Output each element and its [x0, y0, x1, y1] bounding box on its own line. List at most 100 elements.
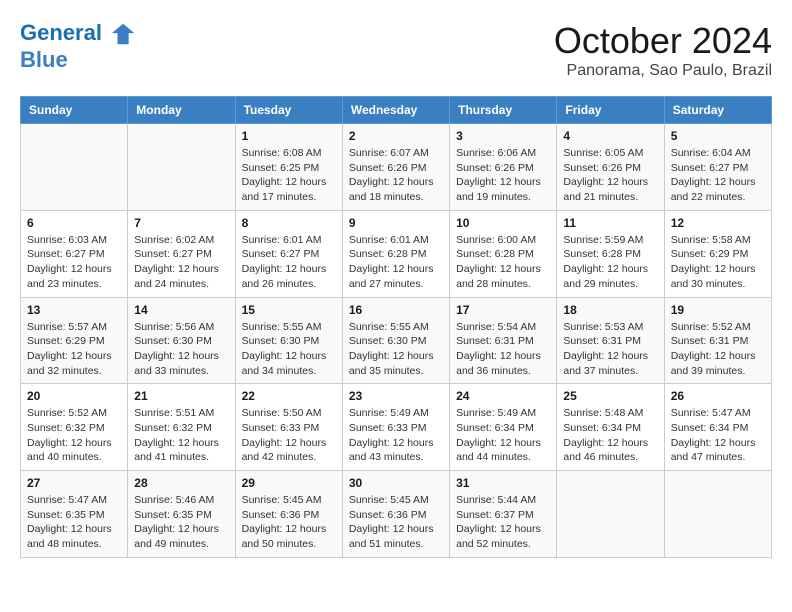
day-info: Sunrise: 6:06 AMSunset: 6:26 PMDaylight:…	[456, 146, 550, 205]
calendar-cell: 21Sunrise: 5:51 AMSunset: 6:32 PMDayligh…	[128, 384, 235, 471]
day-info: Sunrise: 5:47 AMSunset: 6:35 PMDaylight:…	[27, 493, 121, 552]
calendar-cell: 16 Sunrise: 5:55 AMSunset: 6:30 PMDayligh…	[342, 297, 449, 384]
day-number: 8	[242, 216, 336, 230]
day-info: Sunrise: 5:50 AMSunset: 6:33 PMDaylight:…	[242, 406, 336, 465]
calendar-cell: 27 Sunrise: 5:47 AMSunset: 6:35 PMDayligh…	[21, 471, 128, 558]
logo-text: General Blue	[20, 20, 138, 72]
day-number: 29	[242, 476, 336, 490]
day-number: 28	[134, 476, 228, 490]
weekday-header-thursday: Thursday	[450, 97, 557, 124]
day-info: Sunrise: 6:00 AMSunset: 6:28 PMDaylight:…	[456, 233, 550, 292]
day-info: Sunrise: 5:52 AMSunset: 6:31 PMDaylight:…	[671, 320, 765, 379]
calendar-cell: 25Sunrise: 5:48 AMSunset: 6:34 PMDayligh…	[557, 384, 664, 471]
title-block: October 2024 Panorama, Sao Paulo, Brazil	[554, 20, 772, 80]
day-info: Sunrise: 5:55 AMSunset: 6:30 PMDaylight:…	[242, 320, 336, 379]
day-info: Sunrise: 6:04 AMSunset: 6:27 PMDaylight:…	[671, 146, 765, 205]
day-number: 5	[671, 129, 765, 143]
calendar-cell: 31 Sunrise: 5:44 AMSunset: 6:37 PMDayligh…	[450, 471, 557, 558]
calendar-cell	[664, 471, 771, 558]
day-info: Sunrise: 5:59 AMSunset: 6:28 PMDaylight:…	[563, 233, 657, 292]
day-number: 12	[671, 216, 765, 230]
calendar-cell: 7Sunrise: 6:02 AMSunset: 6:27 PMDaylight…	[128, 210, 235, 297]
day-info: Sunrise: 6:07 AMSunset: 6:26 PMDaylight:…	[349, 146, 443, 205]
day-info: Sunrise: 5:56 AMSunset: 6:30 PMDaylight:…	[134, 320, 228, 379]
weekday-header-tuesday: Tuesday	[235, 97, 342, 124]
day-number: 18	[563, 303, 657, 317]
calendar-cell: 14Sunrise: 5:56 AMSunset: 6:30 PMDayligh…	[128, 297, 235, 384]
day-number: 2	[349, 129, 443, 143]
weekday-header-saturday: Saturday	[664, 97, 771, 124]
day-number: 13	[27, 303, 121, 317]
calendar-cell: 30 Sunrise: 5:45 AMSunset: 6:36 PMDayligh…	[342, 471, 449, 558]
day-number: 26	[671, 389, 765, 403]
day-info: Sunrise: 6:05 AMSunset: 6:26 PMDaylight:…	[563, 146, 657, 205]
day-number: 25	[563, 389, 657, 403]
day-number: 22	[242, 389, 336, 403]
day-info: Sunrise: 5:45 AMSunset: 6:36 PMDaylight:…	[349, 493, 443, 552]
calendar-cell: 11Sunrise: 5:59 AMSunset: 6:28 PMDayligh…	[557, 210, 664, 297]
calendar-cell: 24Sunrise: 5:49 AMSunset: 6:34 PMDayligh…	[450, 384, 557, 471]
day-number: 24	[456, 389, 550, 403]
day-info: Sunrise: 5:52 AMSunset: 6:32 PMDaylight:…	[27, 406, 121, 465]
day-info: Sunrise: 5:46 AMSunset: 6:35 PMDaylight:…	[134, 493, 228, 552]
calendar-cell: 15 Sunrise: 5:55 AMSunset: 6:30 PMDayligh…	[235, 297, 342, 384]
page-header: General Blue October 2024 Panorama, Sao …	[20, 20, 772, 80]
logo-icon	[110, 20, 138, 48]
weekday-header-sunday: Sunday	[21, 97, 128, 124]
day-number: 30	[349, 476, 443, 490]
location-title: Panorama, Sao Paulo, Brazil	[554, 62, 772, 80]
calendar-cell: 18 Sunrise: 5:53 AMSunset: 6:31 PMDayligh…	[557, 297, 664, 384]
day-number: 9	[349, 216, 443, 230]
day-info: Sunrise: 6:01 AMSunset: 6:28 PMDaylight:…	[349, 233, 443, 292]
calendar-cell: 13 Sunrise: 5:57 AMSunset: 6:29 PMDayligh…	[21, 297, 128, 384]
calendar-cell: 1 Sunrise: 6:08 AMSunset: 6:25 PMDaylight…	[235, 124, 342, 211]
day-info: Sunrise: 5:57 AMSunset: 6:29 PMDaylight:…	[27, 320, 121, 379]
calendar-header-row: SundayMondayTuesdayWednesdayThursdayFrid…	[21, 97, 772, 124]
day-info: Sunrise: 5:49 AMSunset: 6:33 PMDaylight:…	[349, 406, 443, 465]
day-number: 20	[27, 389, 121, 403]
calendar-cell	[21, 124, 128, 211]
calendar-cell: 8 Sunrise: 6:01 AMSunset: 6:27 PMDaylight…	[235, 210, 342, 297]
day-info: Sunrise: 5:58 AMSunset: 6:29 PMDaylight:…	[671, 233, 765, 292]
calendar-cell: 19 Sunrise: 5:52 AMSunset: 6:31 PMDayligh…	[664, 297, 771, 384]
weekday-header-friday: Friday	[557, 97, 664, 124]
calendar-cell: 26 Sunrise: 5:47 AMSunset: 6:34 PMDayligh…	[664, 384, 771, 471]
day-number: 15	[242, 303, 336, 317]
day-number: 10	[456, 216, 550, 230]
day-number: 1	[242, 129, 336, 143]
calendar-cell: 5 Sunrise: 6:04 AMSunset: 6:27 PMDaylight…	[664, 124, 771, 211]
calendar-cell: 6 Sunrise: 6:03 AMSunset: 6:27 PMDaylight…	[21, 210, 128, 297]
day-number: 27	[27, 476, 121, 490]
day-info: Sunrise: 6:08 AMSunset: 6:25 PMDaylight:…	[242, 146, 336, 205]
calendar-cell: 12 Sunrise: 5:58 AMSunset: 6:29 PMDayligh…	[664, 210, 771, 297]
day-number: 23	[349, 389, 443, 403]
calendar-cell: 9 Sunrise: 6:01 AMSunset: 6:28 PMDaylight…	[342, 210, 449, 297]
day-info: Sunrise: 6:01 AMSunset: 6:27 PMDaylight:…	[242, 233, 336, 292]
calendar-week-2: 6 Sunrise: 6:03 AMSunset: 6:27 PMDaylight…	[21, 210, 772, 297]
day-info: Sunrise: 5:47 AMSunset: 6:34 PMDaylight:…	[671, 406, 765, 465]
calendar-cell: 29Sunrise: 5:45 AMSunset: 6:36 PMDayligh…	[235, 471, 342, 558]
day-number: 6	[27, 216, 121, 230]
day-info: Sunrise: 5:53 AMSunset: 6:31 PMDaylight:…	[563, 320, 657, 379]
calendar-cell: 22 Sunrise: 5:50 AMSunset: 6:33 PMDayligh…	[235, 384, 342, 471]
weekday-header-wednesday: Wednesday	[342, 97, 449, 124]
day-number: 16	[349, 303, 443, 317]
day-info: Sunrise: 5:51 AMSunset: 6:32 PMDaylight:…	[134, 406, 228, 465]
calendar-cell: 3Sunrise: 6:06 AMSunset: 6:26 PMDaylight…	[450, 124, 557, 211]
calendar-week-4: 20 Sunrise: 5:52 AMSunset: 6:32 PMDayligh…	[21, 384, 772, 471]
calendar-week-5: 27 Sunrise: 5:47 AMSunset: 6:35 PMDayligh…	[21, 471, 772, 558]
calendar-cell: 23 Sunrise: 5:49 AMSunset: 6:33 PMDayligh…	[342, 384, 449, 471]
day-number: 31	[456, 476, 550, 490]
day-number: 4	[563, 129, 657, 143]
day-info: Sunrise: 6:02 AMSunset: 6:27 PMDaylight:…	[134, 233, 228, 292]
day-info: Sunrise: 6:03 AMSunset: 6:27 PMDaylight:…	[27, 233, 121, 292]
weekday-header-monday: Monday	[128, 97, 235, 124]
calendar-table: SundayMondayTuesdayWednesdayThursdayFrid…	[20, 96, 772, 558]
day-info: Sunrise: 5:44 AMSunset: 6:37 PMDaylight:…	[456, 493, 550, 552]
calendar-cell: 4 Sunrise: 6:05 AMSunset: 6:26 PMDaylight…	[557, 124, 664, 211]
day-info: Sunrise: 5:55 AMSunset: 6:30 PMDaylight:…	[349, 320, 443, 379]
calendar-cell	[557, 471, 664, 558]
day-number: 19	[671, 303, 765, 317]
calendar-body: 1 Sunrise: 6:08 AMSunset: 6:25 PMDaylight…	[21, 124, 772, 558]
calendar-cell: 2 Sunrise: 6:07 AMSunset: 6:26 PMDaylight…	[342, 124, 449, 211]
